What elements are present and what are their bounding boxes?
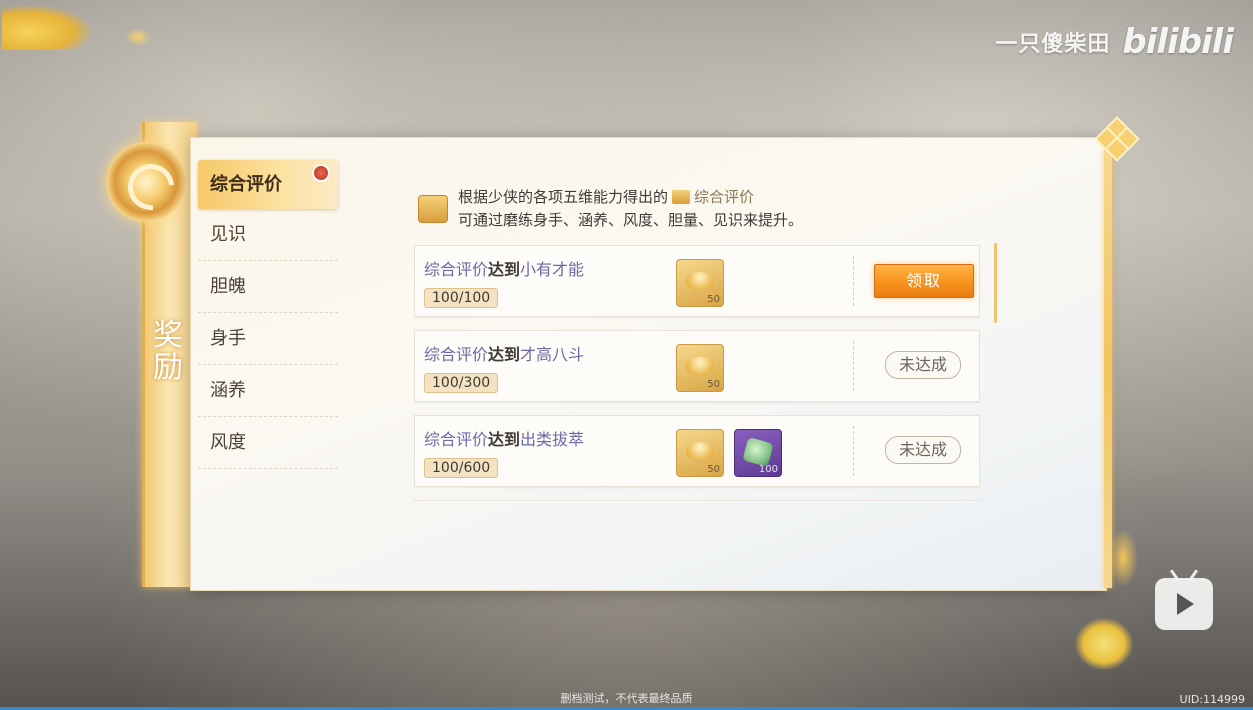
- bilibili-logo: bilibili: [1122, 22, 1234, 62]
- task-progress: 100/300: [424, 373, 499, 393]
- sidebar-item-skill[interactable]: 身手: [198, 313, 338, 365]
- claim-button[interactable]: 领取: [874, 264, 974, 298]
- sidebar-item-label: 综合评价: [210, 174, 282, 195]
- sidebar-item-label: 胆魄: [210, 276, 246, 297]
- task-row: [414, 500, 980, 502]
- sidebar-item-label: 涵养: [210, 380, 246, 401]
- sidebar-item-label: 身手: [210, 328, 246, 349]
- notification-dot-icon: [312, 164, 330, 182]
- watermark: 一只傻柴田 bilibili: [995, 22, 1234, 62]
- uid-label: UID:114999: [1179, 693, 1245, 706]
- status-badge: 未达成: [885, 436, 961, 464]
- category-sidebar: 综合评价 见识 胆魄 身手 涵养 风度: [198, 160, 338, 469]
- list-scrollbar[interactable]: [994, 243, 997, 323]
- sidebar-item-courage[interactable]: 胆魄: [198, 261, 338, 313]
- sidebar-item-knowledge[interactable]: 见识: [198, 209, 338, 261]
- ginkgo-leaf-icon: [1108, 528, 1138, 588]
- desc-highlight: 综合评价: [694, 188, 755, 206]
- task-row: 综合评价达到小有才能 100/100 50 领取: [414, 245, 980, 317]
- gold-ingot-icon[interactable]: 50: [676, 344, 724, 392]
- sidebar-item-demeanor[interactable]: 风度: [198, 417, 338, 469]
- gold-ingot-icon[interactable]: 50: [676, 429, 724, 477]
- swirl-emblem-icon: [106, 142, 186, 222]
- watermark-author: 一只傻柴田: [995, 32, 1111, 57]
- task-title: 综合评价达到小有才能: [424, 260, 585, 279]
- desc-line1: 根据少侠的各项五维能力得出的: [458, 188, 669, 206]
- divider: [853, 426, 854, 476]
- sidebar-item-cultivation[interactable]: 涵养: [198, 365, 338, 417]
- mini-scroll-icon: [672, 190, 691, 204]
- sidebar-item-overall[interactable]: 综合评价: [198, 160, 338, 209]
- panel-edge: [1104, 150, 1112, 588]
- divider: [853, 341, 854, 391]
- ginkgo-leaf-icon: [1075, 618, 1133, 670]
- scroll-icon: [418, 195, 448, 223]
- task-list[interactable]: 综合评价达到小有才能 100/100 50 领取 综合评价达到才高八斗 100/…: [414, 245, 980, 502]
- sidebar-item-label: 见识: [210, 224, 246, 245]
- jade-icon[interactable]: 100: [734, 429, 782, 477]
- task-row: 综合评价达到才高八斗 100/300 50 未达成: [414, 330, 980, 402]
- rating-description: 根据少侠的各项五维能力得出的 综合评价 可通过磨练身手、涵养、风度、胆量、见识来提…: [458, 186, 803, 232]
- divider: [853, 256, 854, 306]
- ginkgo-leaf-icon: [2, 5, 92, 50]
- status-badge: 未达成: [885, 351, 961, 379]
- flower-gem-icon: [1094, 116, 1140, 162]
- task-title: 综合评价达到才高八斗: [424, 345, 585, 364]
- task-progress: 100/100: [424, 288, 499, 308]
- ribbon-title: 奖励: [153, 318, 183, 385]
- gold-ingot-icon[interactable]: 50: [676, 259, 724, 307]
- ginkgo-leaf-icon: [125, 28, 151, 46]
- task-title: 综合评价达到出类拔萃: [424, 430, 585, 449]
- task-progress: 100/600: [424, 458, 499, 478]
- footer-note: 删档测试，不代表最终品质: [560, 692, 693, 705]
- task-row: 综合评价达到出类拔萃 100/600 50 100 未达成: [414, 415, 980, 487]
- desc-line2: 可通过磨练身手、涵养、风度、胆量、见识来提升。: [458, 211, 804, 229]
- sidebar-item-label: 风度: [210, 432, 246, 453]
- bilibili-tv-icon: [1155, 578, 1213, 630]
